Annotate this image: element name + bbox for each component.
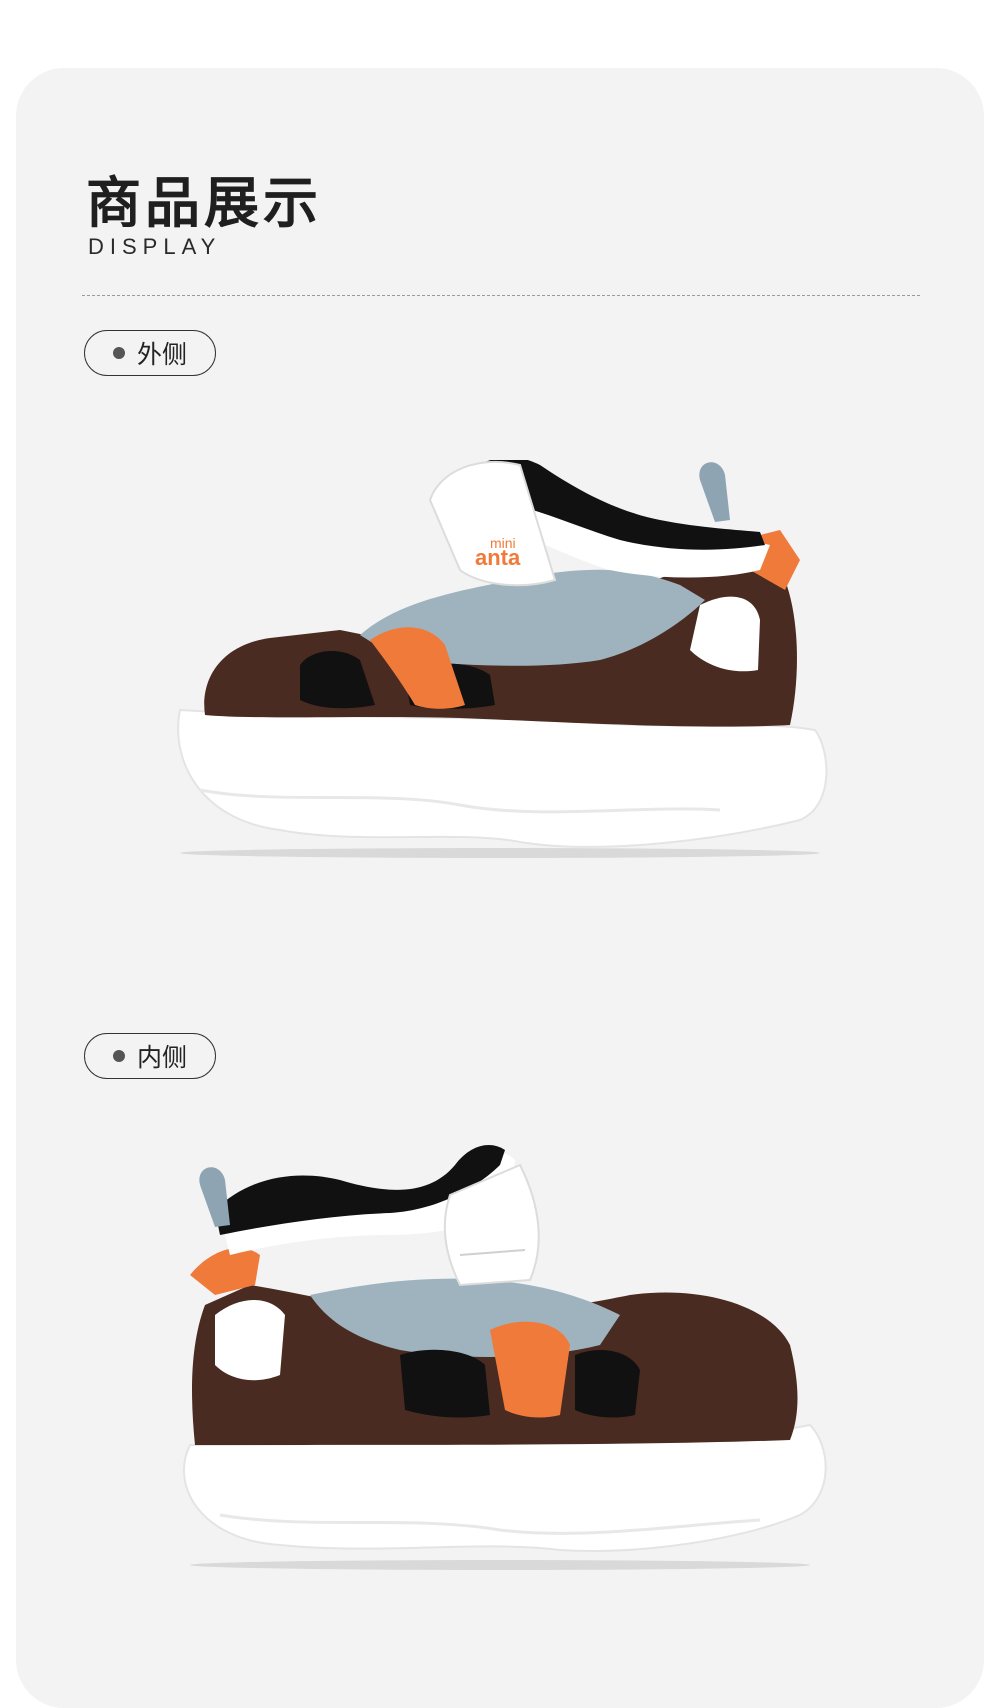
view-label-outer: 外侧	[136, 340, 187, 369]
section-subtitle: DISPLAY	[88, 234, 222, 259]
brand-text-anta: anta	[475, 545, 521, 570]
dashed-divider	[82, 295, 920, 296]
shoe-inner-side-image	[183, 1145, 827, 1570]
shoe-outer-side-image: mini anta	[177, 460, 828, 858]
bullet-dot-icon	[112, 347, 125, 359]
bullet-dot-icon	[112, 1050, 125, 1062]
view-tag-outer: 外侧	[84, 330, 216, 376]
section-title: 商品展示	[86, 171, 323, 235]
view-label-inner: 内侧	[136, 1043, 187, 1072]
view-tag-inner: 内侧	[84, 1033, 216, 1079]
